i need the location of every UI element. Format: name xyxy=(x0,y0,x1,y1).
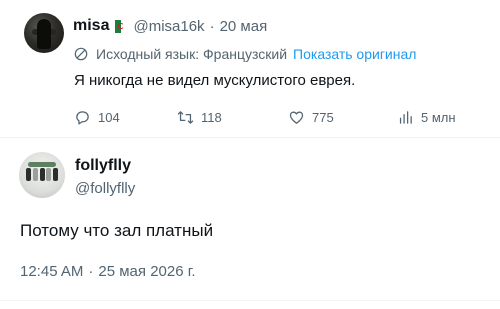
bottom-divider xyxy=(0,300,500,301)
tweet-text: Я никогда не видел мускулистого еврея. xyxy=(74,72,356,89)
translation-bar: Исходный язык: Французский Показать ориг… xyxy=(74,44,416,64)
timestamp-separator: · xyxy=(88,263,94,280)
show-original-link[interactable]: Показать оригинал xyxy=(293,46,416,62)
reply-text: Потому что зал платный xyxy=(20,221,214,240)
flag-icon xyxy=(115,19,127,33)
tweet-header: misa @misa16k · 20 мая xyxy=(73,15,267,37)
reply-timestamp[interactable]: 12:45 AM · 25 мая 2026 г. xyxy=(20,263,196,280)
avatar-figure-shape xyxy=(37,19,51,49)
reply-author-name[interactable]: follyflly xyxy=(75,157,131,175)
quoted-tweet[interactable]: misa @misa16k · 20 мая Исходный язык: Фр… xyxy=(0,0,500,137)
avatar-top-shape xyxy=(28,162,56,167)
like-button[interactable]: 775 xyxy=(288,109,334,126)
like-count: 775 xyxy=(312,110,334,125)
avatar[interactable] xyxy=(24,13,64,53)
action-bar: 104 118 775 5 млн xyxy=(74,109,474,129)
retweet-count: 118 xyxy=(201,110,222,125)
views-count: 5 млн xyxy=(421,110,456,125)
source-language-label: Исходный язык: Французский xyxy=(96,46,288,62)
author-name[interactable]: misa xyxy=(73,17,109,35)
reply-button[interactable]: 104 xyxy=(74,109,120,126)
avatar-ring-shape xyxy=(26,168,58,184)
author-handle[interactable]: @misa16k xyxy=(133,18,204,35)
views-icon xyxy=(399,111,412,124)
reply-count: 104 xyxy=(98,110,120,125)
divider xyxy=(0,137,500,138)
reply-author-handle[interactable]: @follyflly xyxy=(75,180,135,197)
views-button[interactable]: 5 млн xyxy=(397,109,456,126)
reply-icon xyxy=(76,111,89,125)
retweet-icon xyxy=(177,111,194,124)
reply-date: 25 мая 2026 г. xyxy=(98,263,196,280)
reply-avatar[interactable] xyxy=(19,152,65,198)
like-icon xyxy=(289,111,304,124)
tweet-date[interactable]: 20 мая xyxy=(220,18,268,35)
globe-icon xyxy=(74,47,88,61)
header-separator: · xyxy=(209,17,215,35)
reply-time: 12:45 AM xyxy=(20,263,84,280)
retweet-button[interactable]: 118 xyxy=(177,109,222,126)
